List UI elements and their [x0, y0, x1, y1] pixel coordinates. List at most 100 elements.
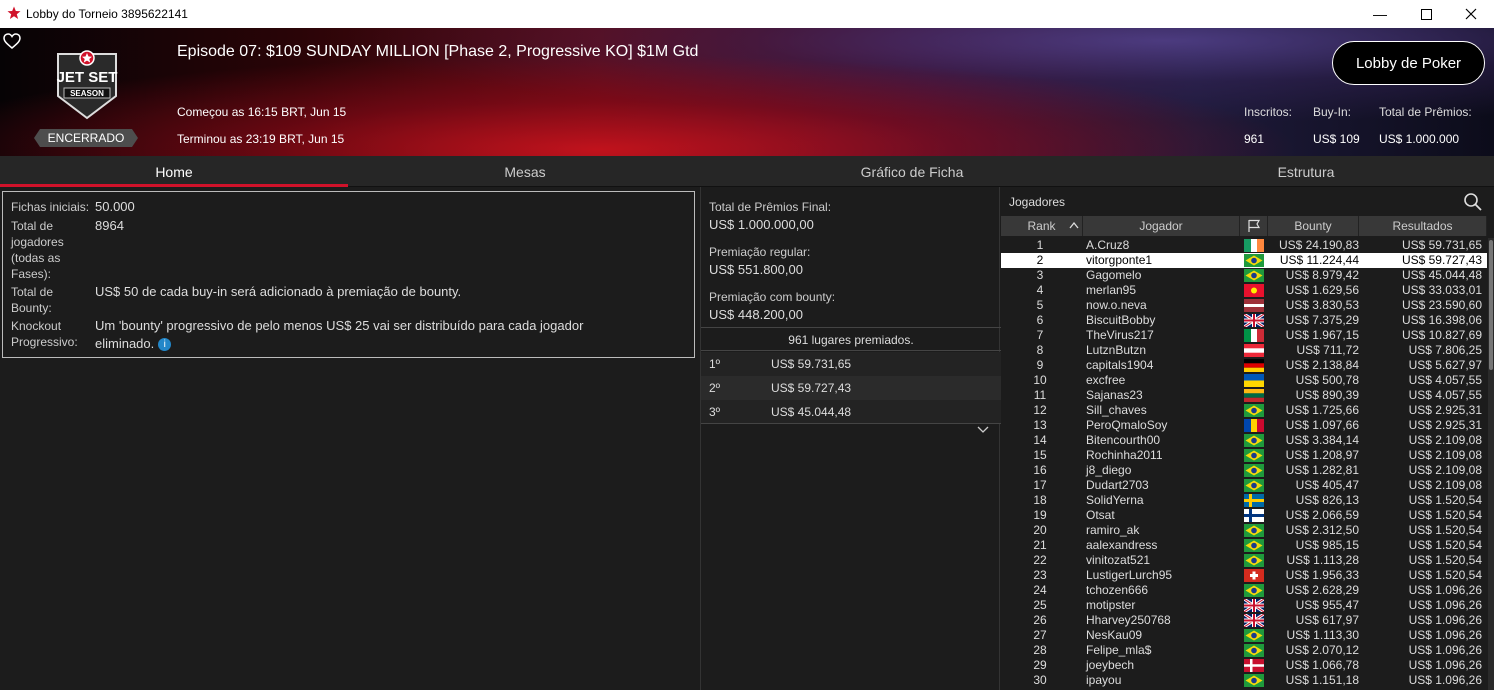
player-row[interactable]: 8 LutznButzn US$ 711,72 US$ 7.806,25 [1001, 343, 1487, 358]
players-title: Jogadores [1009, 195, 1066, 209]
tournament-title: Episode 07: $109 SUNDAY MILLION [Phase 2… [177, 43, 699, 60]
progressive-ko-text: Um 'bounty' progressivo de pelo menos US… [95, 317, 635, 353]
player-row[interactable]: 25 motipster US$ 955,47 US$ 1.096,26 [1001, 598, 1487, 613]
player-result: US$ 33.033,01 [1401, 283, 1482, 297]
player-bounty: US$ 1.066,78 [1285, 658, 1359, 672]
player-row[interactable]: 21 aalexandress US$ 985,15 US$ 1.520,54 [1001, 538, 1487, 553]
player-bounty: US$ 1.208,97 [1285, 448, 1359, 462]
flag-kyrgyzstan-icon [1244, 284, 1264, 297]
player-row[interactable]: 18 SolidYerna US$ 826,13 US$ 1.520,54 [1001, 493, 1487, 508]
scrollbar-thumb[interactable] [1489, 240, 1493, 370]
player-row[interactable]: 9 capitals1904 US$ 2.138,84 US$ 5.627,97 [1001, 358, 1487, 373]
bounty-prize-value: US$ 448.200,00 [709, 307, 803, 322]
player-name: Gagomelo [1086, 268, 1142, 282]
tab-tables[interactable]: Mesas [350, 156, 700, 187]
player-name: tchozen666 [1086, 583, 1149, 597]
player-row[interactable]: 14 Bitencourth00 US$ 3.384,14 US$ 2.109,08 [1001, 433, 1487, 448]
logo-text-season: SEASON [70, 89, 104, 98]
player-row[interactable]: 28 Felipe_mla$ US$ 2.070,12 US$ 1.096,26 [1001, 643, 1487, 658]
jet-set-season-logo: JET SET SEASON [57, 50, 117, 120]
player-bounty: US$ 1.113,30 [1286, 628, 1360, 642]
player-rank: 5 [1036, 298, 1044, 312]
player-name: aalexandress [1086, 538, 1158, 552]
player-row[interactable]: 30 ipayou US$ 1.151,18 US$ 1.096,26 [1001, 673, 1487, 688]
player-result: US$ 1.096,26 [1408, 628, 1482, 642]
player-row[interactable]: 20 ramiro_ak US$ 2.312,50 US$ 1.520,54 [1001, 523, 1487, 538]
sort-ascending-icon [1069, 222, 1079, 229]
column-player-header[interactable]: Jogador [1083, 216, 1240, 236]
player-row[interactable]: 23 LustigerLurch95 US$ 1.956,33 US$ 1.520,5… [1001, 568, 1487, 583]
column-bounty-header[interactable]: Bounty [1268, 216, 1359, 236]
tab-structure[interactable]: Estrutura [1131, 156, 1481, 187]
player-row[interactable]: 13 PeroQmaloSoy US$ 1.097,66 US$ 2.925,31 [1001, 418, 1487, 433]
player-row[interactable]: 15 Rochinha2011 US$ 1.208,97 US$ 2.109,08 [1001, 448, 1487, 463]
player-name: joeybech [1086, 658, 1135, 672]
player-row[interactable]: 26 Hharvey250768 US$ 617,97 US$ 1.096,26 [1001, 613, 1487, 628]
flag-brazil-icon [1244, 254, 1264, 267]
player-row[interactable]: 3 Gagomelo US$ 8.979,42 US$ 45.044,48 [1001, 268, 1487, 283]
flag-brazil-icon [1244, 464, 1264, 477]
player-row[interactable]: 22 vinitozat521 US$ 1.113,28 US$ 1.520,54 [1001, 553, 1487, 568]
player-bounty: US$ 1.097,66 [1285, 418, 1359, 432]
player-row[interactable]: 6 BiscuitBobby US$ 7.375,29 US$ 16.398,06 [1001, 313, 1487, 328]
player-row[interactable]: 1 A.Cruz8 US$ 24.190,83 US$ 59.731,65 [1001, 238, 1487, 253]
player-rank: 6 [1036, 313, 1044, 327]
payout-position: 2º [709, 381, 721, 395]
flag-sweden-icon [1244, 494, 1264, 507]
player-rank: 22 [1033, 553, 1047, 567]
player-rank: 27 [1033, 628, 1047, 642]
player-result: US$ 5.627,97 [1408, 358, 1482, 372]
player-name: capitals1904 [1086, 358, 1154, 372]
player-result: US$ 2.925,31 [1408, 418, 1482, 432]
player-bounty: US$ 2.066,59 [1285, 508, 1359, 522]
favorite-heart-icon[interactable] [3, 33, 21, 49]
player-rank: 9 [1036, 358, 1044, 372]
search-icon[interactable] [1463, 192, 1483, 212]
player-row[interactable]: 4 merlan95 US$ 1.629,56 US$ 33.033,01 [1001, 283, 1487, 298]
player-row[interactable]: 7 TheVirus217 US$ 1.967,15 US$ 10.827,69 [1001, 328, 1487, 343]
expand-payouts-chevron-icon[interactable] [977, 426, 989, 434]
player-row[interactable]: 2 vitorgponte1 US$ 11.224,44 US$ 59.727,43 [1001, 253, 1487, 268]
column-flag-header[interactable] [1240, 216, 1268, 236]
column-rank-header[interactable]: Rank [1001, 216, 1083, 236]
player-row[interactable]: 16 j8_diego US$ 1.282,81 US$ 2.109,08 [1001, 463, 1487, 478]
poker-lobby-button[interactable]: Lobby de Poker [1332, 41, 1485, 85]
players-scrollbar[interactable] [1488, 238, 1494, 690]
player-result: US$ 1.096,26 [1408, 673, 1482, 687]
player-bounty: US$ 1.725,66 [1285, 403, 1359, 417]
player-row[interactable]: 17 Dudart2703 US$ 405,47 US$ 2.109,08 [1001, 478, 1487, 493]
maximize-button[interactable] [1403, 0, 1449, 28]
player-rank: 8 [1036, 343, 1044, 357]
player-result: US$ 4.057,55 [1408, 388, 1482, 402]
tab-chip-chart[interactable]: Gráfico de Ficha [737, 156, 1087, 187]
player-row[interactable]: 19 Otsat US$ 2.066,59 US$ 1.520,54 [1001, 508, 1487, 523]
close-button[interactable] [1448, 0, 1494, 28]
player-name: merlan95 [1086, 283, 1137, 297]
player-name: ramiro_ak [1086, 523, 1140, 537]
payout-amount: US$ 59.727,43 [771, 381, 852, 395]
player-name: Rochinha2011 [1086, 448, 1163, 462]
player-bounty: US$ 7.375,29 [1285, 313, 1359, 327]
player-rank: 29 [1033, 658, 1047, 672]
minimize-button[interactable]: — [1357, 0, 1403, 28]
player-bounty: US$ 1.151,18 [1285, 673, 1359, 687]
column-results-header[interactable]: Resultados [1359, 216, 1487, 236]
tab-home[interactable]: Home [0, 156, 348, 187]
player-bounty: US$ 826,13 [1295, 493, 1359, 507]
player-rank: 10 [1033, 373, 1047, 387]
player-row[interactable]: 11 Sajanas23 US$ 890,39 US$ 4.057,55 [1001, 388, 1487, 403]
player-row[interactable]: 10 excfree US$ 500,78 US$ 4.057,55 [1001, 373, 1487, 388]
player-row[interactable]: 24 tchozen666 US$ 2.628,29 US$ 1.096,26 [1001, 583, 1487, 598]
player-row[interactable]: 5 now.o.neva US$ 3.830,53 US$ 23.590,60 [1001, 298, 1487, 313]
player-row[interactable]: 29 joeybech US$ 1.066,78 US$ 1.096,26 [1001, 658, 1487, 673]
player-rank: 11 [1033, 388, 1047, 402]
player-row[interactable]: 12 Sill_chaves US$ 1.725,66 US$ 2.925,31 [1001, 403, 1487, 418]
player-rank: 14 [1033, 433, 1047, 447]
player-name: LustigerLurch95 [1086, 568, 1173, 582]
player-bounty: US$ 405,47 [1295, 478, 1359, 492]
flag-brazil-icon [1244, 449, 1264, 462]
flag-latvia-icon [1244, 299, 1264, 312]
info-icon[interactable]: i [158, 338, 172, 352]
player-row[interactable]: 27 NesKau09 US$ 1.113,30 US$ 1.096,26 [1001, 628, 1487, 643]
player-bounty: US$ 2.628,29 [1285, 583, 1359, 597]
